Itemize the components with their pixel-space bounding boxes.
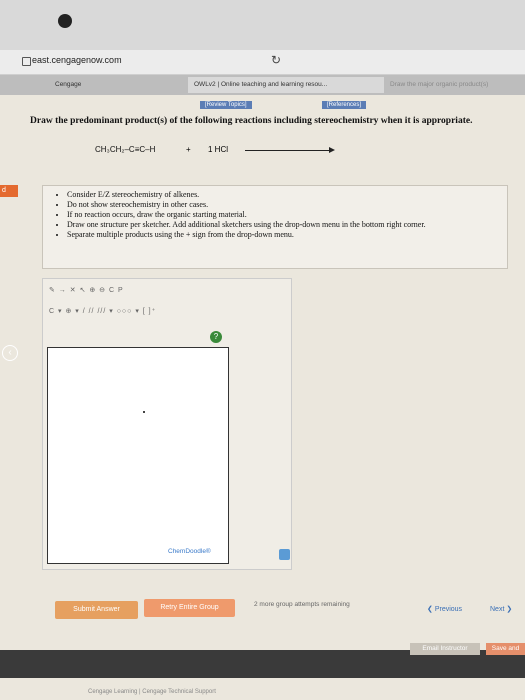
previous-label: Previous [434, 606, 463, 613]
instructions-box: Consider E/Z stereochemistry of alkenes.… [42, 185, 508, 269]
reactant: CH₃CH₂–C≡C–H [95, 145, 156, 154]
attempts-remaining: 2 more group attempts remaining [254, 601, 350, 608]
review-topics-link[interactable]: [Review Topics] [200, 101, 252, 109]
address-bar[interactable]: east.cengagenow.com ↻ [0, 50, 525, 75]
next-label: Next [490, 606, 505, 613]
add-sketcher-dropdown[interactable] [279, 549, 290, 560]
drawing-canvas[interactable]: ChemDoodle® [47, 347, 229, 564]
note-item: Consider E/Z stereochemistry of alkenes. [67, 190, 497, 200]
email-instructor-button[interactable]: Email Instructor [410, 643, 480, 655]
page-content: [Review Topics] [References] Draw the pr… [0, 95, 525, 700]
chem-sketcher[interactable]: ✎ → ✕ ↖ ⊕ ⊖ C P C ▾ ⊕ ▾ / // /// ▾ ○○○ ▾… [42, 278, 292, 570]
retry-group-button[interactable]: Retry Entire Group [144, 599, 235, 617]
device-bezel [0, 0, 525, 52]
bottom-controls: Submit Answer Retry Entire Group 2 more … [0, 595, 525, 635]
references-link[interactable]: [References] [322, 101, 367, 109]
save-exit-button[interactable]: Save and [486, 643, 525, 655]
reagent: 1 HCl [208, 145, 229, 154]
plus-sign: + [186, 145, 191, 154]
sketcher-toolbar-bonds[interactable]: C ▾ ⊕ ▾ / // /// ▾ ○○○ ▾ [ ]⁺ [49, 307, 156, 319]
reaction-arrow [245, 147, 335, 153]
question-instruction: Draw the predominant product(s) of the f… [30, 116, 473, 126]
note-item: If no reaction occurs, draw the organic … [67, 210, 497, 220]
note-item: Do not show stereochemistry in other cas… [67, 200, 497, 210]
help-icon[interactable]: ? [210, 331, 222, 343]
next-button[interactable]: Next ❯ [490, 605, 512, 613]
collapse-arrow-icon[interactable]: ‹ [2, 345, 18, 361]
chemdoodle-logo: ChemDoodle® [168, 548, 211, 555]
reload-icon[interactable]: ↻ [271, 53, 281, 67]
previous-button[interactable]: ❮ Previous [427, 605, 462, 613]
submit-answer-button[interactable]: Submit Answer [55, 601, 138, 619]
tab-draw[interactable]: Draw the major organic product(s) [390, 77, 525, 93]
screen: east.cengagenow.com ↻ Cengage OWLv2 | On… [0, 50, 525, 700]
tab-bar: Cengage OWLv2 | Online teaching and lear… [0, 75, 525, 95]
lock-icon [22, 57, 31, 66]
camera-icon [58, 14, 72, 28]
canvas-dot [143, 411, 145, 413]
tab-owl[interactable]: OWLv2 | Online teaching and learning res… [188, 77, 384, 93]
note-item: Draw one structure per sketcher. Add add… [67, 220, 497, 230]
url-text: east.cengagenow.com [32, 55, 122, 65]
side-tab[interactable]: d [0, 185, 18, 197]
note-item: Separate multiple products using the + s… [67, 230, 497, 240]
sketcher-toolbar-top[interactable]: ✎ → ✕ ↖ ⊕ ⊖ C P [49, 286, 124, 298]
tab-cengage[interactable]: Cengage [55, 77, 81, 93]
footer-links[interactable]: Cengage Learning | Cengage Technical Sup… [88, 689, 216, 695]
